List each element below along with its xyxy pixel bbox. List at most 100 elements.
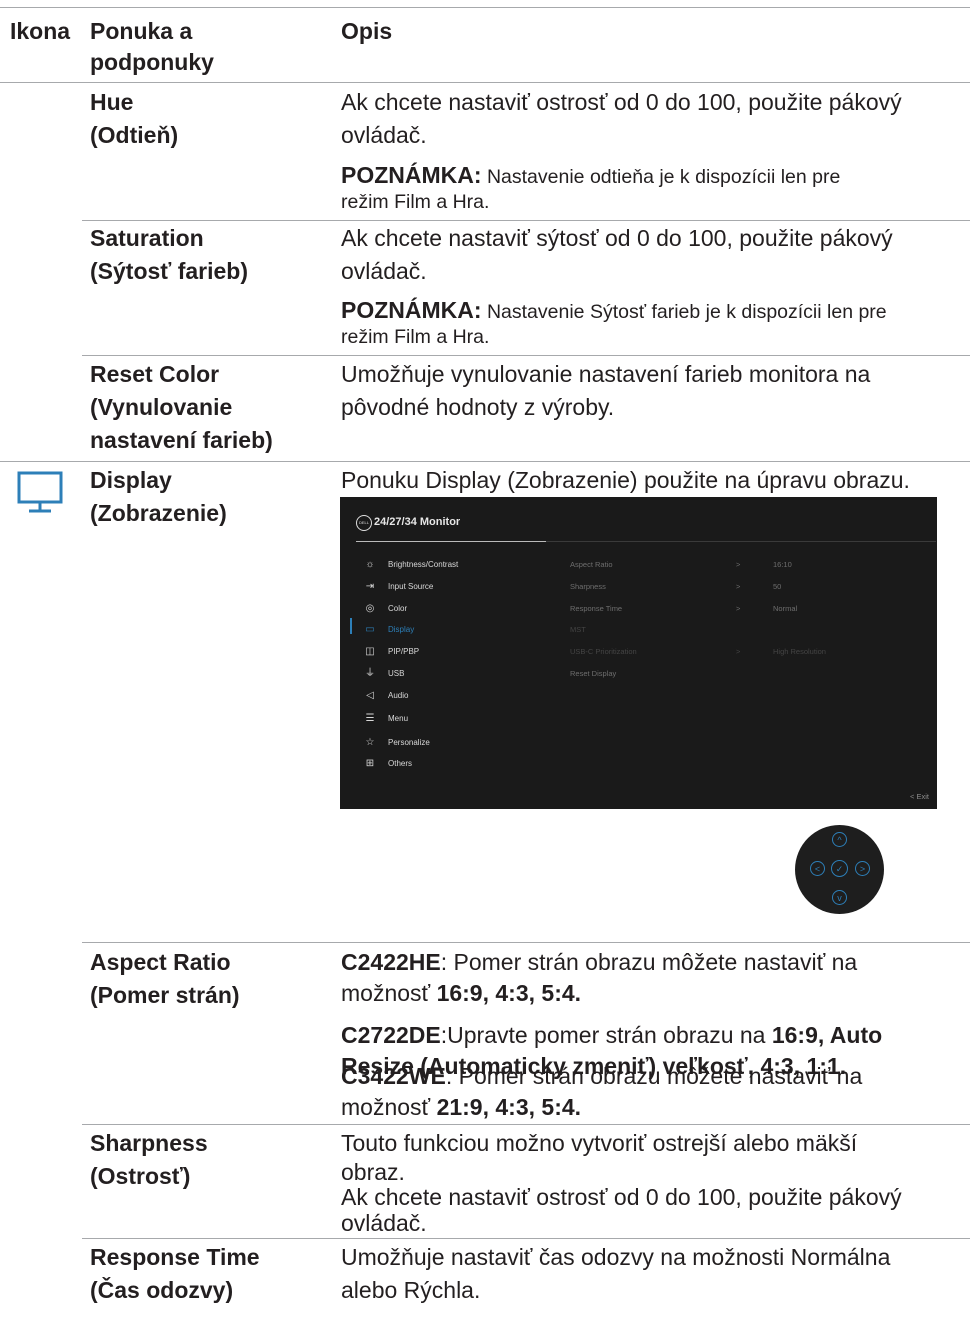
hue-desc-1: Ak chcete nastaviť ostrosť od 0 do 100, … [341, 89, 902, 115]
hue-note-2: režim Film a Hra. [341, 191, 490, 213]
chevron-right-icon: > [736, 604, 741, 613]
osd-menu-item[interactable]: ☰ Menu [363, 712, 409, 726]
rule-display [82, 942, 970, 943]
header-menu-line2: podponuky [90, 49, 214, 75]
joystick-right-icon[interactable]: > [855, 861, 870, 876]
aspect-ratio-name-sk: (Pomer strán) [90, 982, 240, 1008]
response-time-desc-1: Umožňuje nastaviť čas odozvy na možnosti… [341, 1244, 891, 1270]
saturation-note-1: POZNÁMKA: Nastavenie Sýtosť farieb je k … [341, 298, 887, 325]
osd-submenu-item[interactable]: Aspect Ratio [570, 558, 613, 572]
osd-menu-item[interactable]: ◎ Color [363, 602, 408, 616]
aspect-ratio-c3422we-opt-label: možnosť [341, 1094, 437, 1120]
monitor-icon: ▭ [365, 624, 375, 635]
aspect-ratio-c3422we-2-line: možnosť 21:9, 4:3, 5:4. [341, 1091, 581, 1124]
osd-submenu-value: Normal [773, 604, 798, 613]
reset-color-name-sk1: (Vynulovanie [90, 394, 233, 420]
display-desc: Ponuku Display (Zobrazenie) použite na ú… [341, 467, 910, 493]
osd-menu-label: USB [388, 669, 405, 678]
osd-menu-label: Others [388, 759, 413, 768]
osd-submenu-item[interactable]: Sharpness [570, 580, 606, 594]
osd-active-indicator [350, 618, 352, 634]
aspect-ratio-c2722de-model: C2722DE [341, 1022, 441, 1048]
osd-menu-label: Display [388, 625, 415, 634]
osd-submenu-item[interactable]: USB-C Prioritization [570, 645, 637, 659]
hue-note-1: POZNÁMKA: Nastavenie odtieňa je k dispoz… [341, 163, 840, 190]
aspect-ratio-c2422he-text: : Pomer strán obrazu môžete nastaviť na [440, 949, 858, 975]
chevron-right-icon: > [736, 560, 741, 569]
aspect-ratio-c3422we-text: : Pomer strán obrazu môžete nastaviť na [445, 1063, 863, 1089]
osd-menu-label: Input Source [388, 582, 434, 591]
aspect-ratio-c2422he-model: C2422HE [341, 949, 441, 975]
aspect-ratio-c2422he-1: C2422HE: Pomer strán obrazu môžete nasta… [341, 946, 857, 979]
response-time-name-sk: (Čas odozvy) [90, 1277, 234, 1303]
reset-color-name-sk2: nastavení farieb) [90, 427, 273, 453]
osd-menu-label: Personalize [388, 738, 430, 747]
star-icon: ☆ [365, 737, 375, 748]
display-monitor-icon [16, 471, 64, 520]
osd-submenu-value: High Resolution [773, 647, 826, 656]
palette-icon: ◎ [365, 603, 375, 614]
osd-menu-label: Color [388, 604, 408, 613]
osd-menu-item[interactable]: ⏚ USB [363, 667, 404, 681]
dell-logo: DELL [356, 515, 372, 531]
rule-saturation [82, 355, 970, 356]
others-icon: ⊞ [365, 758, 375, 769]
osd-title: 24/27/34 Monitor [374, 516, 461, 528]
osd-menu-label: Menu [388, 714, 409, 723]
osd-submenu-value: 50 [773, 582, 782, 591]
aspect-ratio-c2422he-2: možnosť 16:9, 4:3, 5:4. [341, 977, 581, 1010]
aspect-ratio-c3422we-model: C3422WE [341, 1063, 446, 1089]
pip-icon: ◫ [365, 646, 375, 657]
saturation-note-label: POZNÁMKA: [341, 297, 482, 323]
osd-menu-item[interactable]: ☼ Brightness/Contrast [363, 558, 458, 572]
sharpness-name: Sharpness [90, 1130, 208, 1156]
rule-sharpness [82, 1238, 970, 1239]
joystick-left-icon[interactable]: < [810, 861, 825, 876]
osd-submenu-item[interactable]: Response Time [570, 602, 622, 616]
aspect-ratio-c2722de-text: :Upravte pomer strán obrazu na [440, 1022, 772, 1048]
hue-name-sk: (Odtieň) [90, 122, 179, 148]
joystick-center-icon[interactable]: ✓ [831, 860, 848, 877]
osd-submenu-item[interactable]: MST [570, 623, 586, 637]
osd-menu-item[interactable]: ☆ Personalize [363, 736, 430, 750]
osd-title-divider-right [546, 541, 936, 542]
display-name: Display [90, 467, 172, 493]
saturation-desc-2: ovládač. [341, 258, 427, 284]
display-name-sk: (Zobrazenie) [90, 500, 227, 526]
sun-icon: ☼ [365, 559, 375, 570]
sharpness-name-sk: (Ostrosť) [90, 1163, 191, 1189]
sharpness-desc-4: ovládač. [341, 1210, 427, 1236]
header-menu-line1: Ponuka a [90, 18, 193, 44]
osd-menu-item[interactable]: ⇥ Input Source [363, 580, 434, 594]
header-description: Opis [341, 18, 393, 44]
osd-menu-item[interactable]: ◁ Audio [363, 689, 408, 703]
aspect-ratio-c3422we-opts: 21:9, 4:3, 5:4. [436, 1094, 582, 1120]
hue-desc-2: ovládač. [341, 122, 427, 148]
osd-screenshot: DELL 24/27/34 Monitor ☼ Brightness/Contra… [340, 497, 937, 809]
aspect-ratio-name: Aspect Ratio [90, 949, 231, 975]
sharpness-desc-1: Touto funkciou možno vytvoriť ostrejší a… [341, 1130, 858, 1156]
aspect-ratio-c2422he-opts: 16:9, 4:3, 5:4. [436, 980, 582, 1006]
osd-menu-item[interactable]: ◫ PIP/PBP [363, 645, 419, 659]
usb-icon: ⏚ [365, 668, 375, 679]
osd-menu-item[interactable]: ▭ Display [363, 623, 414, 637]
saturation-name-sk: (Sýtosť farieb) [90, 258, 248, 284]
rule-reset [0, 461, 970, 462]
osd-exit-button[interactable]: < Exit [910, 792, 929, 801]
rule-hue [82, 220, 970, 221]
joystick-up-icon[interactable]: ^ [832, 832, 847, 847]
input-source-icon: ⇥ [365, 581, 375, 592]
osd-submenu-item[interactable]: Reset Display [570, 667, 616, 681]
osd-menu-label: PIP/PBP [388, 647, 420, 656]
osd-submenu-value: 16:10 [773, 560, 792, 569]
reset-color-name: Reset Color [90, 361, 220, 387]
osd-menu-item[interactable]: ⊞ Others [363, 757, 412, 771]
hue-note-label: POZNÁMKA: [341, 162, 482, 188]
joystick-down-icon[interactable]: v [832, 890, 847, 905]
chevron-right-icon: > [736, 647, 741, 656]
chevron-right-icon: > [736, 582, 741, 591]
saturation-desc-1: Ak chcete nastaviť sýtosť od 0 do 100, p… [341, 225, 893, 251]
aspect-ratio-c2422he-opt-label: možnosť [341, 980, 437, 1006]
joystick: ^ < ✓ > v [795, 825, 884, 914]
osd-menu-label: Brightness/Contrast [388, 560, 459, 569]
